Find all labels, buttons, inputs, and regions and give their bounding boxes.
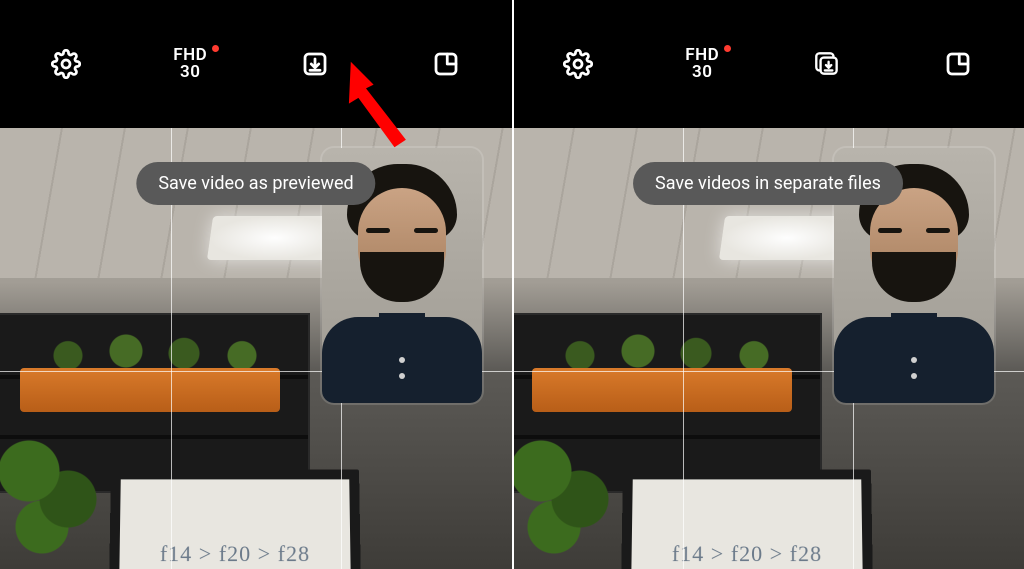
resolution-button[interactable]: FHD 30	[685, 47, 719, 81]
framerate-label: 30	[685, 64, 719, 81]
gear-icon	[51, 49, 81, 79]
recording-dot-icon	[724, 45, 731, 52]
save-separate-icon	[812, 49, 842, 79]
screenshot-left: FHD 30 f14 > f20 > f28	[0, 0, 512, 569]
pip-layout-icon	[943, 49, 973, 79]
layout-button[interactable]	[934, 40, 982, 88]
camera-top-bar: FHD 30	[0, 0, 512, 128]
save-single-icon	[300, 49, 330, 79]
gear-icon	[563, 49, 593, 79]
camera-top-bar: FHD 30	[512, 0, 1024, 128]
camera-preview[interactable]: f14 > f20 > f28 Save videos in separate …	[512, 128, 1024, 569]
framerate-label: 30	[173, 64, 207, 81]
pip-layout-icon	[431, 49, 461, 79]
whiteboard-text: f14 > f20 > f28	[109, 470, 361, 569]
whiteboard-text: f14 > f20 > f28	[621, 470, 873, 569]
camera-preview[interactable]: f14 > f20 > f28 Save video as previewed	[0, 128, 512, 569]
save-mode-button[interactable]	[291, 40, 339, 88]
save-mode-button[interactable]	[803, 40, 851, 88]
resolution-button[interactable]: FHD 30	[173, 47, 207, 81]
settings-button[interactable]	[554, 40, 602, 88]
toast-message: Save videos in separate files	[633, 162, 903, 205]
panel-separator	[512, 0, 514, 569]
toast-message: Save video as previewed	[136, 162, 375, 205]
layout-button[interactable]	[422, 40, 470, 88]
screenshot-right: FHD 30 f14 > f20 > f28	[512, 0, 1024, 569]
settings-button[interactable]	[42, 40, 90, 88]
recording-dot-icon	[212, 45, 219, 52]
